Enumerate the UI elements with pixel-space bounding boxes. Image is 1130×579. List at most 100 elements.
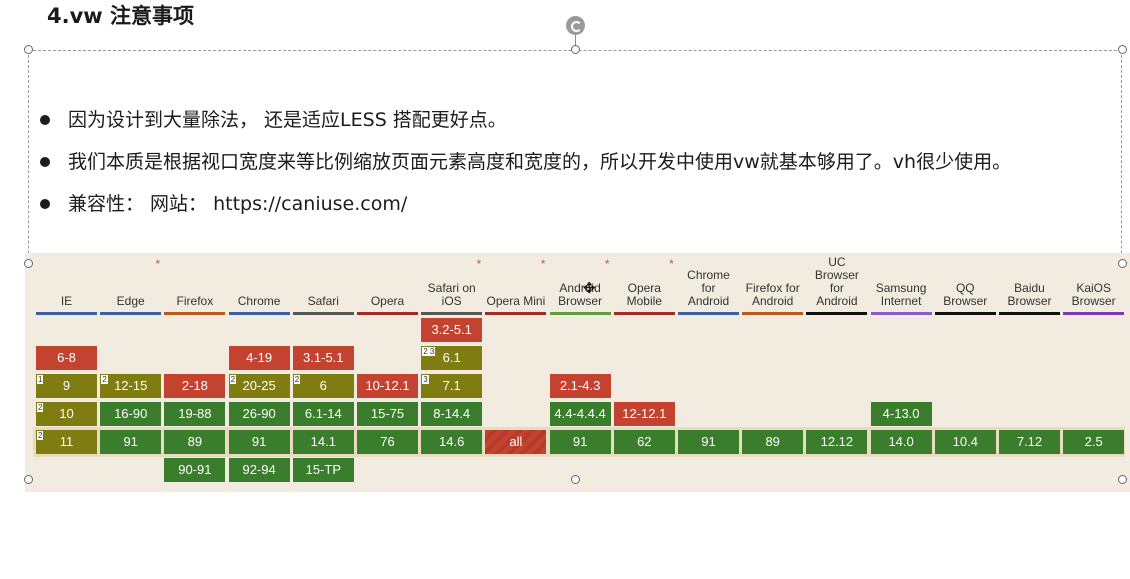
- version-cell[interactable]: 10.4: [934, 430, 996, 454]
- browser-name: Opera: [370, 294, 405, 308]
- resize-handle-bottom-left[interactable]: [24, 475, 33, 484]
- version-cell[interactable]: 91: [100, 430, 162, 454]
- browser-header: UC Browser for Android: [806, 255, 867, 311]
- version-cell[interactable]: 91: [36, 374, 97, 398]
- version-cell[interactable]: 14.0: [870, 430, 932, 454]
- version-cell[interactable]: 7.1 3: [421, 374, 483, 398]
- version-label: 7.12: [1016, 434, 1043, 449]
- version-label: 15-75: [370, 406, 405, 421]
- bullet-dot-icon: [40, 199, 50, 209]
- browser-header: Edge *: [100, 255, 161, 311]
- version-cell[interactable]: 89: [164, 430, 226, 454]
- version-cell[interactable]: 2.1-4.3: [549, 374, 611, 398]
- version-cell[interactable]: 3.2-5.1: [421, 318, 483, 342]
- browser-name: KaiOS Browser: [1071, 281, 1116, 308]
- version-cell[interactable]: 8-14.4: [421, 402, 483, 426]
- version-label: 2.5: [1084, 434, 1103, 449]
- version-cell[interactable]: 4-19: [228, 346, 290, 370]
- version-label: 10: [59, 406, 74, 421]
- version-label: 4.4-4.4.4: [554, 406, 606, 421]
- version-label: 91: [123, 434, 138, 449]
- version-cell[interactable]: 15-TP: [292, 458, 354, 482]
- version-cell[interactable]: 4-13.0: [870, 402, 932, 426]
- browser-name: Safari: [307, 294, 339, 308]
- browser-name: QQ Browser: [943, 281, 988, 308]
- version-cell[interactable]: 12-12.1: [613, 402, 675, 426]
- version-label: 12-15: [114, 378, 148, 393]
- version-label: 89: [187, 434, 203, 449]
- version-cell[interactable]: 26-90: [228, 402, 290, 426]
- version-label: 9: [62, 378, 71, 393]
- version-cell[interactable]: 6-8: [36, 346, 97, 370]
- move-cursor-icon: ✥: [583, 280, 596, 297]
- version-cell[interactable]: 3.1-5.1: [292, 346, 354, 370]
- version-cell[interactable]: all: [485, 430, 547, 454]
- browser-underline: [806, 312, 868, 315]
- version-cell[interactable]: 12.12: [806, 430, 868, 454]
- version-label: 19-88: [178, 406, 212, 421]
- browser-header: IE: [36, 255, 97, 311]
- version-cell[interactable]: 90-91: [164, 458, 226, 482]
- version-label: 20-25: [242, 378, 276, 393]
- version-cell[interactable]: 92-94: [228, 458, 290, 482]
- version-cell[interactable]: 89: [742, 430, 804, 454]
- version-cell[interactable]: 11 2: [36, 430, 97, 454]
- version-cell[interactable]: 6.1 2 3: [421, 346, 483, 370]
- resize-handle-middle-right[interactable]: [1118, 259, 1127, 268]
- version-cell[interactable]: 19-88: [164, 402, 226, 426]
- browser-name: Edge: [116, 294, 145, 308]
- version-cell[interactable]: 2.5: [1063, 430, 1125, 454]
- browser-underline: [292, 312, 354, 315]
- version-cell[interactable]: 91: [678, 430, 739, 454]
- browser-header: Chrome: [229, 255, 290, 311]
- version-cell[interactable]: 4.4-4.4.4: [549, 402, 611, 426]
- resize-handle-bottom-right[interactable]: [1118, 475, 1127, 484]
- version-cell[interactable]: 62: [613, 430, 675, 454]
- resize-handle-bottom-center[interactable]: [571, 475, 580, 484]
- version-cell[interactable]: 62: [292, 374, 354, 398]
- bullet-dot-icon: [40, 115, 50, 125]
- version-label: 10-12.1: [365, 378, 410, 393]
- browser-name: Opera Mobile: [626, 281, 662, 308]
- version-cell[interactable]: 14.1: [292, 430, 354, 454]
- version-cell[interactable]: 20-25 2: [228, 374, 290, 398]
- browser-name: Chrome: [237, 294, 281, 308]
- browser-header: Samsung Internet: [871, 255, 932, 311]
- version-label: 16-90: [114, 406, 148, 421]
- version-cell[interactable]: 91: [228, 430, 290, 454]
- version-cell[interactable]: 10 2: [36, 402, 97, 426]
- version-cell[interactable]: 10-12.1: [357, 374, 418, 398]
- version-cell[interactable]: 91: [549, 430, 611, 454]
- version-cell[interactable]: 16-90: [100, 402, 162, 426]
- browser-underline: [100, 312, 162, 315]
- browser-underline: [228, 312, 290, 315]
- browser-name: Firefox for Android: [745, 281, 800, 308]
- version-label: 11: [59, 434, 74, 449]
- bullet-dot-icon: [40, 157, 50, 167]
- resize-handle-top-right[interactable]: [1118, 45, 1127, 54]
- resize-handle-middle-left[interactable]: [24, 259, 33, 268]
- version-cell[interactable]: 7.12: [999, 430, 1060, 454]
- version-label: 26-90: [242, 406, 276, 421]
- browser-underline: [485, 312, 547, 315]
- browser-name: Safari on iOS: [427, 281, 476, 308]
- version-cell[interactable]: 12-15 2: [100, 374, 162, 398]
- version-label: 3.1-5.1: [303, 350, 344, 365]
- version-label: 15-TP: [305, 462, 341, 477]
- browser-header: QQ Browser: [935, 255, 996, 311]
- version-label: 14.1: [310, 434, 336, 449]
- rotate-handle-icon[interactable]: [566, 16, 585, 35]
- version-cell[interactable]: 15-75: [357, 402, 418, 426]
- bullet-text: 因为设计到大量除法， 还是适应LESS 搭配更好点。: [68, 109, 507, 131]
- version-label: 3.2-5.1: [431, 322, 472, 337]
- version-cell[interactable]: 2-18: [164, 374, 226, 398]
- version-cell[interactable]: 76: [357, 430, 418, 454]
- resize-handle-top-center[interactable]: [571, 45, 580, 54]
- note-star-icon: *: [540, 257, 546, 271]
- version-cell[interactable]: 14.6: [421, 430, 483, 454]
- version-label: 91: [572, 434, 588, 449]
- version-cell[interactable]: 6.1-14: [292, 402, 354, 426]
- resize-handle-top-left[interactable]: [24, 45, 33, 54]
- version-label: 6.1-14: [304, 406, 342, 421]
- browser-name: Opera Mini: [486, 294, 546, 308]
